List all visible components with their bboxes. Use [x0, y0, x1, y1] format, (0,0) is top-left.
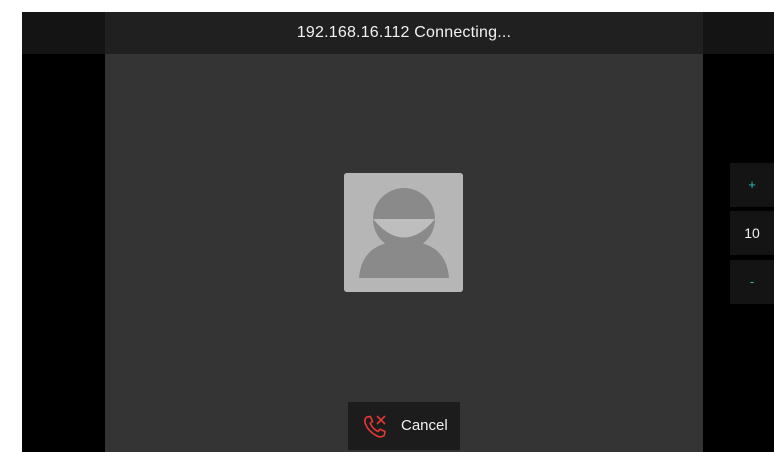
- default-user-avatar-icon: [344, 173, 463, 292]
- hang-up-phone-icon: [362, 414, 388, 440]
- volume-level: 10: [730, 211, 774, 255]
- volume-increase-button[interactable]: +: [730, 163, 774, 207]
- volume-decrease-button[interactable]: -: [730, 260, 774, 304]
- cancel-button-label: Cancel: [401, 417, 448, 434]
- top-bar: 192.168.16.112 Connecting...: [22, 12, 774, 54]
- cancel-call-button[interactable]: Cancel: [348, 402, 460, 450]
- remote-video-area: Cancel: [105, 54, 703, 452]
- call-screen: 192.168.16.112 Connecting... Cancel + 10…: [22, 12, 774, 452]
- call-status-title: 192.168.16.112 Connecting...: [296, 24, 512, 41]
- title-bar: 192.168.16.112 Connecting...: [105, 12, 703, 54]
